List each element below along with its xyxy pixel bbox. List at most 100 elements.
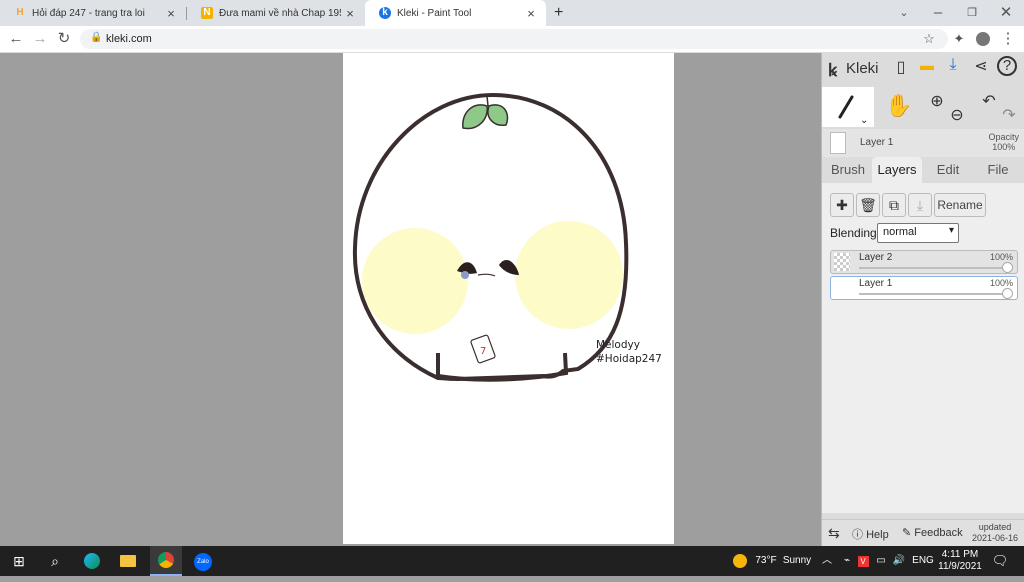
tab-title: Kleki - Paint Tool bbox=[397, 7, 472, 19]
blending-label: Blending bbox=[830, 226, 877, 240]
chevron-down-icon: ▾ bbox=[948, 225, 954, 236]
browser-menu-icon[interactable]: ⋮ bbox=[998, 29, 1018, 49]
vivaldi-tray-icon[interactable]: V bbox=[856, 546, 870, 576]
profile-avatar-icon[interactable] bbox=[973, 29, 993, 49]
layer-thumbnail bbox=[834, 279, 850, 297]
tab-file[interactable]: File bbox=[974, 157, 1022, 183]
feedback-link[interactable]: ✎ Feedback bbox=[902, 526, 963, 539]
brush-tool-button[interactable]: ⌄ bbox=[822, 87, 874, 127]
help-link[interactable]: ⓘ Help bbox=[852, 526, 889, 542]
tray-app-icon[interactable]: ▭ bbox=[874, 546, 888, 576]
download-icon[interactable]: ⤓ bbox=[942, 56, 964, 78]
delete-layer-button[interactable]: 🗑 bbox=[856, 193, 880, 217]
chrome-icon[interactable] bbox=[150, 546, 182, 576]
layer-name: Layer 2 bbox=[859, 252, 893, 263]
redo-icon[interactable]: ↷ bbox=[1000, 105, 1018, 124]
layer-opacity-slider[interactable] bbox=[1002, 262, 1013, 273]
tray-chevron-up-icon[interactable]: ︿ bbox=[820, 546, 834, 576]
address-bar: ← → ↻ 🔒 kleki.com ☆ ✦ ⋮ bbox=[0, 26, 1024, 53]
manga-favicon-icon: N bbox=[201, 7, 213, 19]
svg-text:⌄: ⌄ bbox=[860, 115, 868, 126]
rename-layer-button[interactable]: Rename bbox=[934, 193, 986, 217]
zoom-out-icon[interactable]: ⊖ bbox=[948, 105, 966, 124]
share-icon[interactable]: ⋖ bbox=[970, 56, 992, 78]
help-circle-icon: ⓘ bbox=[852, 529, 863, 541]
layer-thumbnail bbox=[834, 253, 850, 271]
windows-start-icon[interactable]: ⊞ bbox=[8, 546, 30, 576]
reload-icon[interactable]: ↻ bbox=[54, 29, 74, 49]
window-close-icon[interactable]: ✕ bbox=[996, 3, 1016, 23]
feedback-icon: ✎ bbox=[902, 527, 912, 539]
help-icon[interactable]: ? bbox=[997, 56, 1017, 76]
open-folder-icon[interactable]: ▬ bbox=[916, 57, 938, 79]
volume-icon[interactable]: 🔊 bbox=[892, 546, 906, 576]
drawing-artwork: 7 bbox=[352, 92, 629, 382]
tab-brush[interactable]: Brush bbox=[824, 157, 872, 183]
clock-time: 4:11 PM bbox=[941, 549, 979, 560]
right-leaf bbox=[487, 104, 509, 126]
edge-icon[interactable] bbox=[80, 546, 104, 576]
file-explorer-icon[interactable] bbox=[116, 546, 140, 576]
opacity-value: 100% bbox=[992, 142, 1016, 152]
search-icon[interactable]: ⌕ bbox=[44, 546, 66, 576]
close-tab-icon[interactable]: × bbox=[522, 6, 540, 21]
weather-temp[interactable]: 73°F bbox=[754, 546, 778, 576]
language-indicator[interactable]: ENG bbox=[912, 546, 934, 576]
forward-icon[interactable]: → bbox=[30, 29, 50, 49]
zoom-in-icon[interactable]: ⊕ bbox=[928, 91, 946, 110]
lock-icon: 🔒 bbox=[90, 32, 103, 43]
tab-search-icon[interactable]: ⌄ bbox=[894, 3, 914, 23]
extensions-icon[interactable]: ✦ bbox=[949, 29, 969, 49]
opacity-readout: Opacity 100% bbox=[988, 132, 1019, 152]
duplicate-layer-button[interactable]: ⧉ bbox=[882, 193, 906, 217]
bookmark-star-icon[interactable]: ☆ bbox=[919, 29, 939, 49]
signature-name: Melodyy bbox=[596, 339, 640, 351]
restore-icon[interactable]: ❐ bbox=[962, 3, 982, 23]
layer-name: Layer 1 bbox=[859, 278, 893, 289]
current-layer-strip[interactable]: Layer 1 Opacity 100% bbox=[822, 129, 1024, 157]
weather-desc[interactable]: Sunny bbox=[780, 546, 814, 576]
close-tab-icon[interactable]: × bbox=[341, 6, 359, 21]
back-icon[interactable]: ← bbox=[6, 29, 26, 49]
layer-row[interactable]: Layer 2 100% bbox=[830, 250, 1018, 274]
clock[interactable]: 4:11 PM 11/9/2021 bbox=[936, 546, 984, 576]
tab-hoidap[interactable]: H Hỏi đáp 247 - trang tra loi × bbox=[0, 0, 186, 26]
tab-manga[interactable]: N Đưa mami về nhà Chap 195 Next × bbox=[187, 0, 365, 26]
new-image-icon[interactable]: ▯ bbox=[890, 57, 912, 79]
undo-icon[interactable]: ↶ bbox=[980, 91, 998, 110]
blending-select[interactable]: normal ▾ bbox=[877, 223, 959, 243]
layer-row[interactable]: Layer 1 100% bbox=[830, 276, 1018, 300]
close-tab-icon[interactable]: × bbox=[162, 6, 180, 21]
weather-sun-icon bbox=[732, 546, 748, 576]
brush-icon: ⌄ bbox=[838, 95, 868, 126]
tab-layers[interactable]: Layers bbox=[872, 157, 922, 183]
tab-kleki[interactable]: k Kleki - Paint Tool × bbox=[365, 0, 546, 26]
duplicate-icon: ⧉ bbox=[889, 197, 899, 213]
windows-taskbar: ⊞ ⌕ Zalo 73°F Sunny ︿ ⌁ V ▭ 🔊 ENG 4:11 P… bbox=[0, 546, 1024, 576]
network-icon[interactable]: ⌁ bbox=[840, 546, 854, 576]
url-field[interactable]: 🔒 kleki.com bbox=[80, 29, 948, 49]
right-cheek bbox=[515, 221, 623, 329]
layer-opacity-track bbox=[859, 267, 1009, 269]
merge-down-button[interactable]: ⤓ bbox=[908, 193, 932, 217]
layer-opacity: 100% bbox=[989, 252, 1013, 262]
signature: Melodyy #Hoidap247 bbox=[596, 338, 662, 366]
kleki-logo-icon: ꝃ bbox=[828, 61, 838, 80]
new-tab-button[interactable]: + bbox=[550, 0, 574, 26]
signature-tag: #Hoidap247 bbox=[596, 353, 662, 365]
notifications-icon[interactable]: 🗨 bbox=[990, 546, 1010, 576]
tab-edit[interactable]: Edit bbox=[924, 157, 972, 183]
panel-footer: ⇆ ⓘ Help ✎ Feedback updated 2021-06-16 bbox=[822, 519, 1024, 547]
kleki-favicon-icon: k bbox=[379, 7, 391, 19]
merge-down-icon: ⤓ bbox=[916, 197, 924, 213]
hand-tool-icon[interactable]: ✋ bbox=[884, 93, 914, 123]
feedback-label: Feedback bbox=[914, 527, 963, 539]
browser-tab-bar: H Hỏi đáp 247 - trang tra loi × N Đưa ma… bbox=[0, 0, 1024, 26]
layer-opacity-slider[interactable] bbox=[1002, 288, 1013, 299]
minimize-icon[interactable]: – bbox=[928, 3, 948, 23]
drawing-canvas[interactable]: 7 Melodyy #Hoidap247 bbox=[343, 53, 674, 544]
swap-icon[interactable]: ⇆ bbox=[828, 525, 840, 542]
zalo-icon[interactable]: Zalo bbox=[190, 546, 216, 576]
add-layer-button[interactable]: ✚ bbox=[830, 193, 854, 217]
kleki-side-panel: ꝃ Kleki ▯ ▬ ⤓ ⋖ ? ⌄ ✋ ⊕ ⊖ ↶ ↷ Layer 1 Op… bbox=[821, 53, 1024, 547]
